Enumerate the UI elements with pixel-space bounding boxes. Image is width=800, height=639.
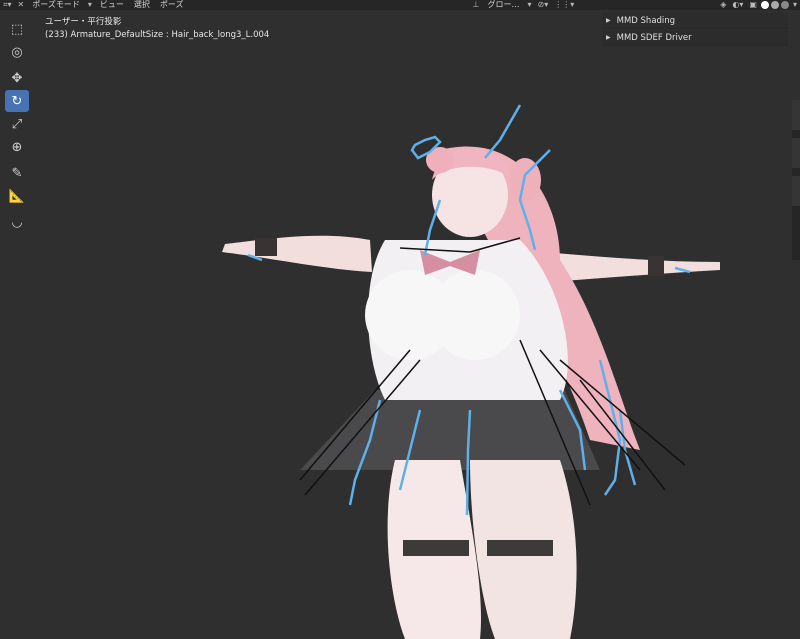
rendered-shading-icon[interactable] (780, 1, 789, 9)
xray-icon[interactable]: ▣ (746, 0, 760, 10)
right-garter (487, 540, 553, 556)
left-wristband (255, 238, 277, 256)
panel-mmd-shading[interactable]: ▶ MMD Shading (602, 13, 788, 29)
menu-view[interactable]: ビュー (95, 0, 129, 10)
rotate-icon[interactable]: ↻ (5, 90, 29, 112)
view-name: ユーザー・平行投影 (45, 17, 122, 27)
select-box-icon[interactable]: ⬚ (5, 18, 29, 40)
sidebar-tab[interactable] (792, 176, 800, 206)
panel-mmd-sdef-driver[interactable]: ▶ MMD SDEF Driver (602, 30, 788, 46)
pivot-icon[interactable]: ⊘▾ (535, 0, 552, 10)
bone-envelope-icon[interactable]: ◡ (5, 211, 29, 233)
sidebar-tabs (792, 100, 800, 260)
sidebar-tab[interactable] (792, 138, 800, 168)
orientation-icon: ⊥ (472, 0, 480, 9)
viewport-header: ⌗▾ ✕ ポーズモード ▾ ビュー 選択 ポーズ ⊥ グロー… ▾ ⊘▾ ⋮⋮▾… (0, 0, 800, 10)
mode-selector[interactable]: ポーズモード (27, 0, 85, 10)
menu-pose[interactable]: ポーズ (155, 0, 189, 10)
panel-title: MMD SDEF Driver (616, 32, 692, 43)
gizmo-icon[interactable]: ◈ (717, 0, 729, 10)
move-icon[interactable]: ✥ (5, 67, 29, 89)
chevron-down-icon: ▾ (87, 0, 92, 9)
panel-title: MMD Shading (616, 15, 676, 26)
sidebar-tab[interactable] (792, 100, 800, 130)
chevron-down-icon: ▾ (527, 0, 532, 9)
right-wristband (648, 256, 664, 276)
chest-right (430, 270, 520, 360)
sidebar-panel: ▶ MMD Shading ▶ MMD SDEF Driver (602, 13, 788, 47)
model-scene (222, 104, 720, 639)
expand-triangle-icon: ▶ (606, 34, 611, 41)
annotate-icon[interactable]: ✎ (5, 162, 29, 184)
left-garter (403, 540, 469, 556)
material-shading-icon[interactable] (770, 1, 779, 9)
menu-select[interactable]: 選択 (129, 0, 155, 10)
shading-options-icon[interactable]: ▾ (790, 0, 800, 10)
viewport-info: ユーザー・平行投影 (233) Armature_DefaultSize : H… (45, 16, 269, 42)
cursor-icon[interactable]: ◎ (5, 41, 29, 63)
expand-triangle-icon: ▶ (606, 17, 611, 24)
editor-type-icon[interactable]: ⌗▾ (0, 0, 15, 10)
left-arm (222, 235, 372, 272)
3d-viewport[interactable]: ⌗▾ ✕ ポーズモード ▾ ビュー 選択 ポーズ ⊥ グロー… ▾ ⊘▾ ⋮⋮▾… (0, 0, 800, 639)
pose-mode-icon: ✕ (17, 0, 25, 9)
active-object-line: (233) Armature_DefaultSize : Hair_back_l… (45, 30, 270, 40)
measure-icon[interactable]: 📐 (5, 185, 29, 207)
transform-orientation-selector[interactable]: グロー… (483, 0, 525, 10)
snap-icon[interactable]: ⋮⋮▾ (551, 0, 577, 10)
scale-icon[interactable]: ⤢ (5, 113, 29, 135)
tool-shelf: ⬚ ◎ ✥ ↻ ⤢ ⊕ ✎ 📐 ◡ (5, 18, 31, 234)
overlay-icon[interactable]: ◐▾ (729, 0, 746, 10)
transform-icon[interactable]: ⊕ (5, 136, 29, 158)
solid-shading-icon[interactable] (760, 1, 769, 9)
